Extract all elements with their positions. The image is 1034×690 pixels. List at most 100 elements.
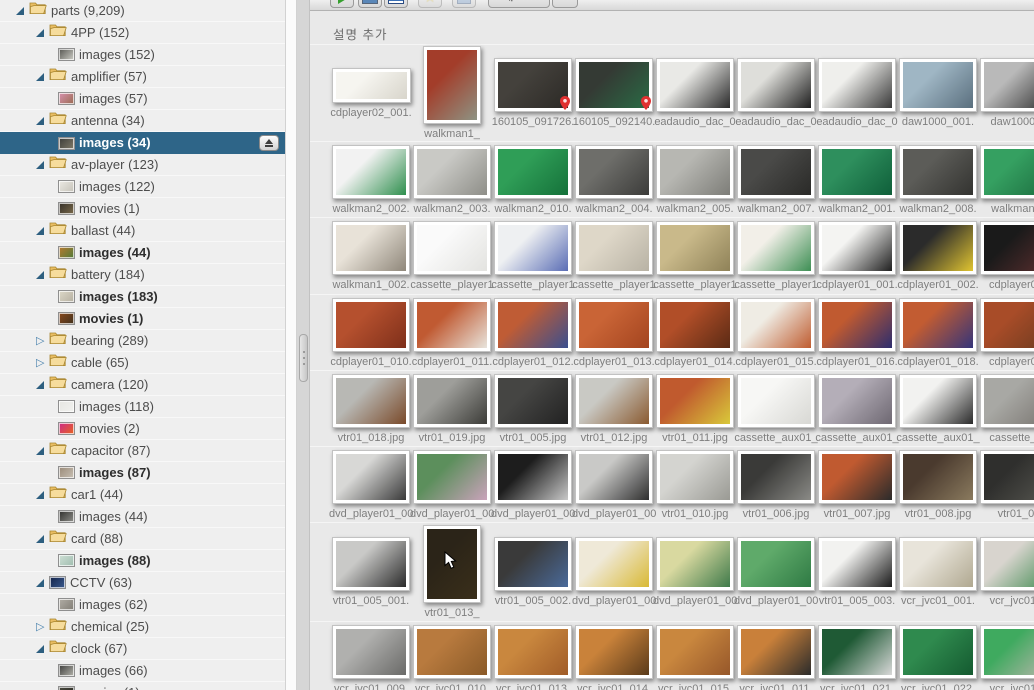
thumbnail-image[interactable] xyxy=(818,221,896,275)
thumbnail-item[interactable]: daw1000_001. xyxy=(899,45,977,141)
thumbnail-image[interactable] xyxy=(899,298,977,352)
panel-splitter[interactable] xyxy=(297,0,310,690)
expand-arrow-icon[interactable] xyxy=(36,491,44,499)
thumbnail-image[interactable] xyxy=(737,221,815,275)
thumbnail-item[interactable]: eadaudio_dac_0 xyxy=(656,45,734,141)
tree-item[interactable]: movies (1) xyxy=(0,198,285,220)
thumbnail-item[interactable]: cdplayer01_018. xyxy=(899,295,977,370)
thumbnail-item[interactable]: vtr01_00 xyxy=(980,447,1034,522)
thumbnail-item[interactable]: cassette_aux01_ xyxy=(737,371,815,446)
thumbnail-item[interactable]: dvd_player01_00 xyxy=(332,447,410,522)
thumbnail-item[interactable]: vtr01_005_001. xyxy=(332,523,410,621)
thumbnail-image[interactable] xyxy=(494,625,572,679)
thumbnail-image[interactable] xyxy=(332,374,410,428)
thumbnail-image[interactable] xyxy=(332,450,410,504)
thumbnail-image[interactable] xyxy=(818,537,896,591)
thumbnail-item[interactable]: walkman2_008. xyxy=(899,142,977,217)
thumbnail-image[interactable] xyxy=(818,145,896,199)
tree-scrollbar[interactable] xyxy=(285,0,297,690)
thumbnail-image[interactable] xyxy=(899,450,977,504)
expand-arrow-icon[interactable] xyxy=(36,227,44,235)
thumbnail-image[interactable] xyxy=(980,58,1034,112)
thumbnail-image[interactable] xyxy=(413,625,491,679)
thumbnail-image[interactable] xyxy=(494,374,572,428)
thumbnail-image[interactable] xyxy=(899,625,977,679)
favorite-star-button[interactable]: ★ xyxy=(418,0,442,8)
expand-arrow-icon[interactable] xyxy=(36,271,44,279)
thumbnail-image[interactable] xyxy=(575,537,653,591)
expand-arrow-icon[interactable] xyxy=(36,73,44,81)
thumbnail-item[interactable]: walkman2_007. xyxy=(737,142,815,217)
thumbnail-item[interactable]: cassette_player1 xyxy=(413,218,491,294)
thumbnail-item[interactable]: cdplayer01_011. xyxy=(413,295,491,370)
view-photo-button[interactable] xyxy=(358,0,382,8)
tree-item[interactable]: images (62) xyxy=(0,594,285,616)
expand-arrow-icon[interactable] xyxy=(36,447,44,455)
thumbnail-item[interactable]: vtr01_012.jpg xyxy=(575,371,653,446)
tree-item[interactable]: images (152) xyxy=(0,44,285,66)
tree-item[interactable]: images (57) xyxy=(0,88,285,110)
tree-item[interactable]: CCTV (63) xyxy=(0,572,285,594)
thumbnail-image[interactable] xyxy=(737,374,815,428)
thumbnail-item[interactable]: 160105_092140. xyxy=(575,45,653,141)
thumbnail-item[interactable]: vcr_jvc01_0 xyxy=(980,523,1034,621)
dropdown-arrow-button[interactable] xyxy=(552,0,578,8)
thumbnail-item[interactable]: cdplayer01_010. xyxy=(332,295,410,370)
thumbnail-image[interactable] xyxy=(980,298,1034,352)
expand-arrow-icon[interactable] xyxy=(16,7,24,15)
thumbnail-item[interactable]: walkman2_005. xyxy=(656,142,734,217)
collapse-arrow-icon[interactable]: ▷ xyxy=(36,352,45,374)
tree-item[interactable]: ▷ chemical (25) xyxy=(0,616,285,638)
thumbnail-item[interactable]: vtr01_005_002. xyxy=(494,523,572,621)
thumbnail-item[interactable]: vtr01_019.jpg xyxy=(413,371,491,446)
thumbnail-image[interactable] xyxy=(656,625,734,679)
thumbnail-image[interactable] xyxy=(980,537,1034,591)
thumbnail-item[interactable]: vcr_jvc01_0 xyxy=(980,622,1034,690)
thumbnail-image[interactable] xyxy=(413,450,491,504)
thumbnail-item[interactable]: vcr_jvc01_001. xyxy=(899,523,977,621)
thumbnail-item[interactable]: dvd_player01_00 xyxy=(656,523,734,621)
thumbnail-image[interactable] xyxy=(332,145,410,199)
thumbnail-image[interactable] xyxy=(899,221,977,275)
thumbnail-image[interactable] xyxy=(656,374,734,428)
thumbnail-image[interactable] xyxy=(413,374,491,428)
thumbnail-item[interactable]: vcr_jvc01_009. xyxy=(332,622,410,690)
thumbnail-image[interactable] xyxy=(575,625,653,679)
tree-item[interactable]: movies (1) xyxy=(0,682,285,690)
thumbnail-image[interactable] xyxy=(656,537,734,591)
thumbnail-item[interactable]: cdplayer01_002. xyxy=(899,218,977,294)
thumbnail-image[interactable] xyxy=(332,625,410,679)
thumbnail-image[interactable] xyxy=(980,145,1034,199)
tree-item[interactable]: card (88) xyxy=(0,528,285,550)
thumbnail-image[interactable] xyxy=(737,58,815,112)
play-slideshow-button[interactable] xyxy=(330,0,354,8)
thumbnail-item[interactable]: vcr_jvc01_022. xyxy=(899,622,977,690)
thumbnail-image[interactable] xyxy=(737,625,815,679)
thumbnail-image[interactable] xyxy=(332,68,411,103)
thumbnail-item[interactable]: dvd_player01_00 xyxy=(575,523,653,621)
tree-item[interactable]: capacitor (87) xyxy=(0,440,285,462)
thumbnail-item[interactable]: walkman1_002. xyxy=(332,218,410,294)
thumbnail-image[interactable] xyxy=(818,374,896,428)
thumbnail-image[interactable] xyxy=(818,450,896,504)
thumbnail-image[interactable] xyxy=(575,374,653,428)
thumbnail-item[interactable]: vtr01_006.jpg xyxy=(737,447,815,522)
thumbnail-item[interactable]: vcr_jvc01_015. xyxy=(656,622,734,690)
collapse-arrow-icon[interactable]: ▷ xyxy=(36,330,45,352)
tree-item[interactable]: images (183) xyxy=(0,286,285,308)
add-description-field[interactable]: 설명 추가 xyxy=(333,24,387,43)
thumbnail-image[interactable] xyxy=(413,298,491,352)
thumbnail-item[interactable]: cassette_aux01_ xyxy=(899,371,977,446)
thumbnail-image[interactable] xyxy=(656,450,734,504)
thumbnail-image[interactable] xyxy=(737,298,815,352)
tree-item[interactable]: battery (184) xyxy=(0,264,285,286)
thumbnail-item[interactable]: dvd_player01_00 xyxy=(413,447,491,522)
thumbnail-image[interactable] xyxy=(413,145,491,199)
thumbnail-image[interactable] xyxy=(494,58,572,112)
tree-item[interactable]: antenna (34) xyxy=(0,110,285,132)
thumbnail-item[interactable]: vcr_jvc01_010. xyxy=(413,622,491,690)
thumbnail-item[interactable]: walkman2_004. xyxy=(575,142,653,217)
thumbnail-image[interactable] xyxy=(737,537,815,591)
collapse-all-button[interactable] xyxy=(259,135,279,151)
save-button[interactable] xyxy=(452,0,476,8)
